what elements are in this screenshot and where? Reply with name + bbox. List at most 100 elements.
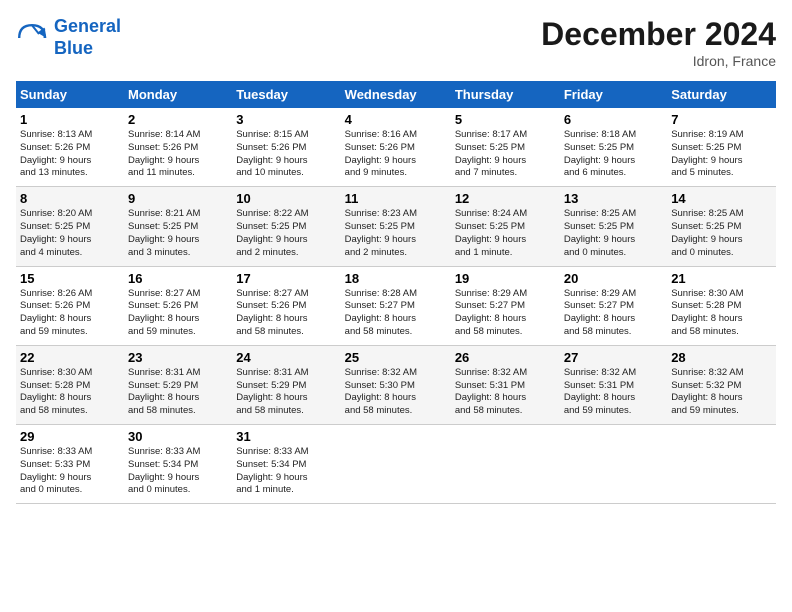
page-header: General Blue December 2024 Idron, France [16, 16, 776, 69]
day-info: Sunrise: 8:31 AM Sunset: 5:29 PM Dayligh… [236, 367, 336, 418]
calendar-cell: 3 Sunrise: 8:15 AM Sunset: 5:26 PM Daylig… [232, 108, 340, 187]
day-info: Sunrise: 8:33 AM Sunset: 5:34 PM Dayligh… [128, 446, 228, 497]
col-wednesday: Wednesday [341, 81, 451, 108]
day-number: 6 [564, 112, 663, 127]
day-number: 30 [128, 429, 228, 444]
calendar-cell [341, 425, 451, 504]
logo: General Blue [16, 16, 121, 59]
day-info: Sunrise: 8:25 AM Sunset: 5:25 PM Dayligh… [564, 208, 663, 259]
day-info: Sunrise: 8:29 AM Sunset: 5:27 PM Dayligh… [455, 288, 556, 339]
day-number: 4 [345, 112, 447, 127]
day-info: Sunrise: 8:33 AM Sunset: 5:33 PM Dayligh… [20, 446, 120, 497]
day-number: 24 [236, 350, 336, 365]
calendar-header: SundayMondayTuesdayWednesdayThursdayFrid… [16, 81, 776, 108]
day-info: Sunrise: 8:32 AM Sunset: 5:32 PM Dayligh… [671, 367, 772, 418]
day-number: 7 [671, 112, 772, 127]
day-number: 21 [671, 271, 772, 286]
calendar-week-2: 8 Sunrise: 8:20 AM Sunset: 5:25 PM Daylig… [16, 187, 776, 266]
calendar-cell: 5Sunrise: 8:17 AM Sunset: 5:25 PM Daylig… [451, 108, 560, 187]
calendar-cell: 26 Sunrise: 8:32 AM Sunset: 5:31 PM Dayli… [451, 345, 560, 424]
calendar-cell: 31Sunrise: 8:33 AM Sunset: 5:34 PM Dayli… [232, 425, 340, 504]
calendar-cell: 20 Sunrise: 8:29 AM Sunset: 5:27 PM Dayli… [560, 266, 667, 345]
day-info: Sunrise: 8:28 AM Sunset: 5:27 PM Dayligh… [345, 288, 447, 339]
calendar-cell: 17 Sunrise: 8:27 AM Sunset: 5:26 PM Dayli… [232, 266, 340, 345]
calendar-cell: 24 Sunrise: 8:31 AM Sunset: 5:29 PM Dayli… [232, 345, 340, 424]
calendar-cell: 23Sunrise: 8:31 AM Sunset: 5:29 PM Dayli… [124, 345, 232, 424]
calendar-week-4: 22Sunrise: 8:30 AM Sunset: 5:28 PM Dayli… [16, 345, 776, 424]
calendar-table: SundayMondayTuesdayWednesdayThursdayFrid… [16, 81, 776, 504]
calendar-cell: 22Sunrise: 8:30 AM Sunset: 5:28 PM Dayli… [16, 345, 124, 424]
day-info: Sunrise: 8:23 AM Sunset: 5:25 PM Dayligh… [345, 208, 447, 259]
calendar-cell: 9Sunrise: 8:21 AM Sunset: 5:25 PM Daylig… [124, 187, 232, 266]
day-info: Sunrise: 8:24 AM Sunset: 5:25 PM Dayligh… [455, 208, 556, 259]
calendar-cell: 12 Sunrise: 8:24 AM Sunset: 5:25 PM Dayli… [451, 187, 560, 266]
calendar-cell: 16Sunrise: 8:27 AM Sunset: 5:26 PM Dayli… [124, 266, 232, 345]
day-info: Sunrise: 8:15 AM Sunset: 5:26 PM Dayligh… [236, 129, 336, 180]
day-info: Sunrise: 8:25 AM Sunset: 5:25 PM Dayligh… [671, 208, 772, 259]
day-number: 31 [236, 429, 336, 444]
calendar-cell: 27 Sunrise: 8:32 AM Sunset: 5:31 PM Dayli… [560, 345, 667, 424]
day-number: 13 [564, 191, 663, 206]
calendar-cell: 28 Sunrise: 8:32 AM Sunset: 5:32 PM Dayli… [667, 345, 776, 424]
day-number: 2 [128, 112, 228, 127]
day-number: 8 [20, 191, 120, 206]
col-sunday: Sunday [16, 81, 124, 108]
day-number: 18 [345, 271, 447, 286]
day-number: 26 [455, 350, 556, 365]
day-info: Sunrise: 8:31 AM Sunset: 5:29 PM Dayligh… [128, 367, 228, 418]
calendar-cell: 1 Sunrise: 8:13 AM Sunset: 5:26 PM Daylig… [16, 108, 124, 187]
day-info: Sunrise: 8:27 AM Sunset: 5:26 PM Dayligh… [236, 288, 336, 339]
calendar-cell: 10 Sunrise: 8:22 AM Sunset: 5:25 PM Dayli… [232, 187, 340, 266]
calendar-cell: 7 Sunrise: 8:19 AM Sunset: 5:25 PM Daylig… [667, 108, 776, 187]
col-thursday: Thursday [451, 81, 560, 108]
location: Idron, France [541, 53, 776, 69]
day-number: 15 [20, 271, 120, 286]
day-info: Sunrise: 8:30 AM Sunset: 5:28 PM Dayligh… [20, 367, 120, 418]
calendar-cell: 30 Sunrise: 8:33 AM Sunset: 5:34 PM Dayli… [124, 425, 232, 504]
day-number: 3 [236, 112, 336, 127]
day-number: 29 [20, 429, 120, 444]
day-number: 1 [20, 112, 120, 127]
day-number: 10 [236, 191, 336, 206]
day-info: Sunrise: 8:18 AM Sunset: 5:25 PM Dayligh… [564, 129, 663, 180]
col-monday: Monday [124, 81, 232, 108]
day-info: Sunrise: 8:19 AM Sunset: 5:25 PM Dayligh… [671, 129, 772, 180]
calendar-cell: 29 Sunrise: 8:33 AM Sunset: 5:33 PM Dayli… [16, 425, 124, 504]
calendar-week-1: 1 Sunrise: 8:13 AM Sunset: 5:26 PM Daylig… [16, 108, 776, 187]
calendar-cell: 15 Sunrise: 8:26 AM Sunset: 5:26 PM Dayli… [16, 266, 124, 345]
day-number: 19 [455, 271, 556, 286]
logo-icon [16, 22, 48, 54]
logo-text: General Blue [54, 16, 121, 59]
day-info: Sunrise: 8:13 AM Sunset: 5:26 PM Dayligh… [20, 129, 120, 180]
calendar-week-3: 15 Sunrise: 8:26 AM Sunset: 5:26 PM Dayli… [16, 266, 776, 345]
calendar-cell: 6 Sunrise: 8:18 AM Sunset: 5:25 PM Daylig… [560, 108, 667, 187]
day-info: Sunrise: 8:26 AM Sunset: 5:26 PM Dayligh… [20, 288, 120, 339]
day-info: Sunrise: 8:17 AM Sunset: 5:25 PM Dayligh… [455, 129, 556, 180]
day-info: Sunrise: 8:32 AM Sunset: 5:31 PM Dayligh… [455, 367, 556, 418]
title-block: December 2024 Idron, France [541, 16, 776, 69]
day-info: Sunrise: 8:22 AM Sunset: 5:25 PM Dayligh… [236, 208, 336, 259]
month-title: December 2024 [541, 16, 776, 53]
day-info: Sunrise: 8:32 AM Sunset: 5:30 PM Dayligh… [345, 367, 447, 418]
day-info: Sunrise: 8:29 AM Sunset: 5:27 PM Dayligh… [564, 288, 663, 339]
calendar-week-5: 29 Sunrise: 8:33 AM Sunset: 5:33 PM Dayli… [16, 425, 776, 504]
calendar-cell: 19 Sunrise: 8:29 AM Sunset: 5:27 PM Dayli… [451, 266, 560, 345]
day-info: Sunrise: 8:30 AM Sunset: 5:28 PM Dayligh… [671, 288, 772, 339]
day-number: 25 [345, 350, 447, 365]
col-friday: Friday [560, 81, 667, 108]
day-info: Sunrise: 8:20 AM Sunset: 5:25 PM Dayligh… [20, 208, 120, 259]
day-number: 14 [671, 191, 772, 206]
day-number: 27 [564, 350, 663, 365]
calendar-cell: 4 Sunrise: 8:16 AM Sunset: 5:26 PM Daylig… [341, 108, 451, 187]
calendar-cell: 2Sunrise: 8:14 AM Sunset: 5:26 PM Daylig… [124, 108, 232, 187]
day-number: 11 [345, 191, 447, 206]
day-number: 12 [455, 191, 556, 206]
day-number: 28 [671, 350, 772, 365]
day-number: 20 [564, 271, 663, 286]
day-info: Sunrise: 8:16 AM Sunset: 5:26 PM Dayligh… [345, 129, 447, 180]
day-number: 9 [128, 191, 228, 206]
calendar-cell [451, 425, 560, 504]
day-number: 17 [236, 271, 336, 286]
calendar-cell: 8 Sunrise: 8:20 AM Sunset: 5:25 PM Daylig… [16, 187, 124, 266]
day-info: Sunrise: 8:32 AM Sunset: 5:31 PM Dayligh… [564, 367, 663, 418]
